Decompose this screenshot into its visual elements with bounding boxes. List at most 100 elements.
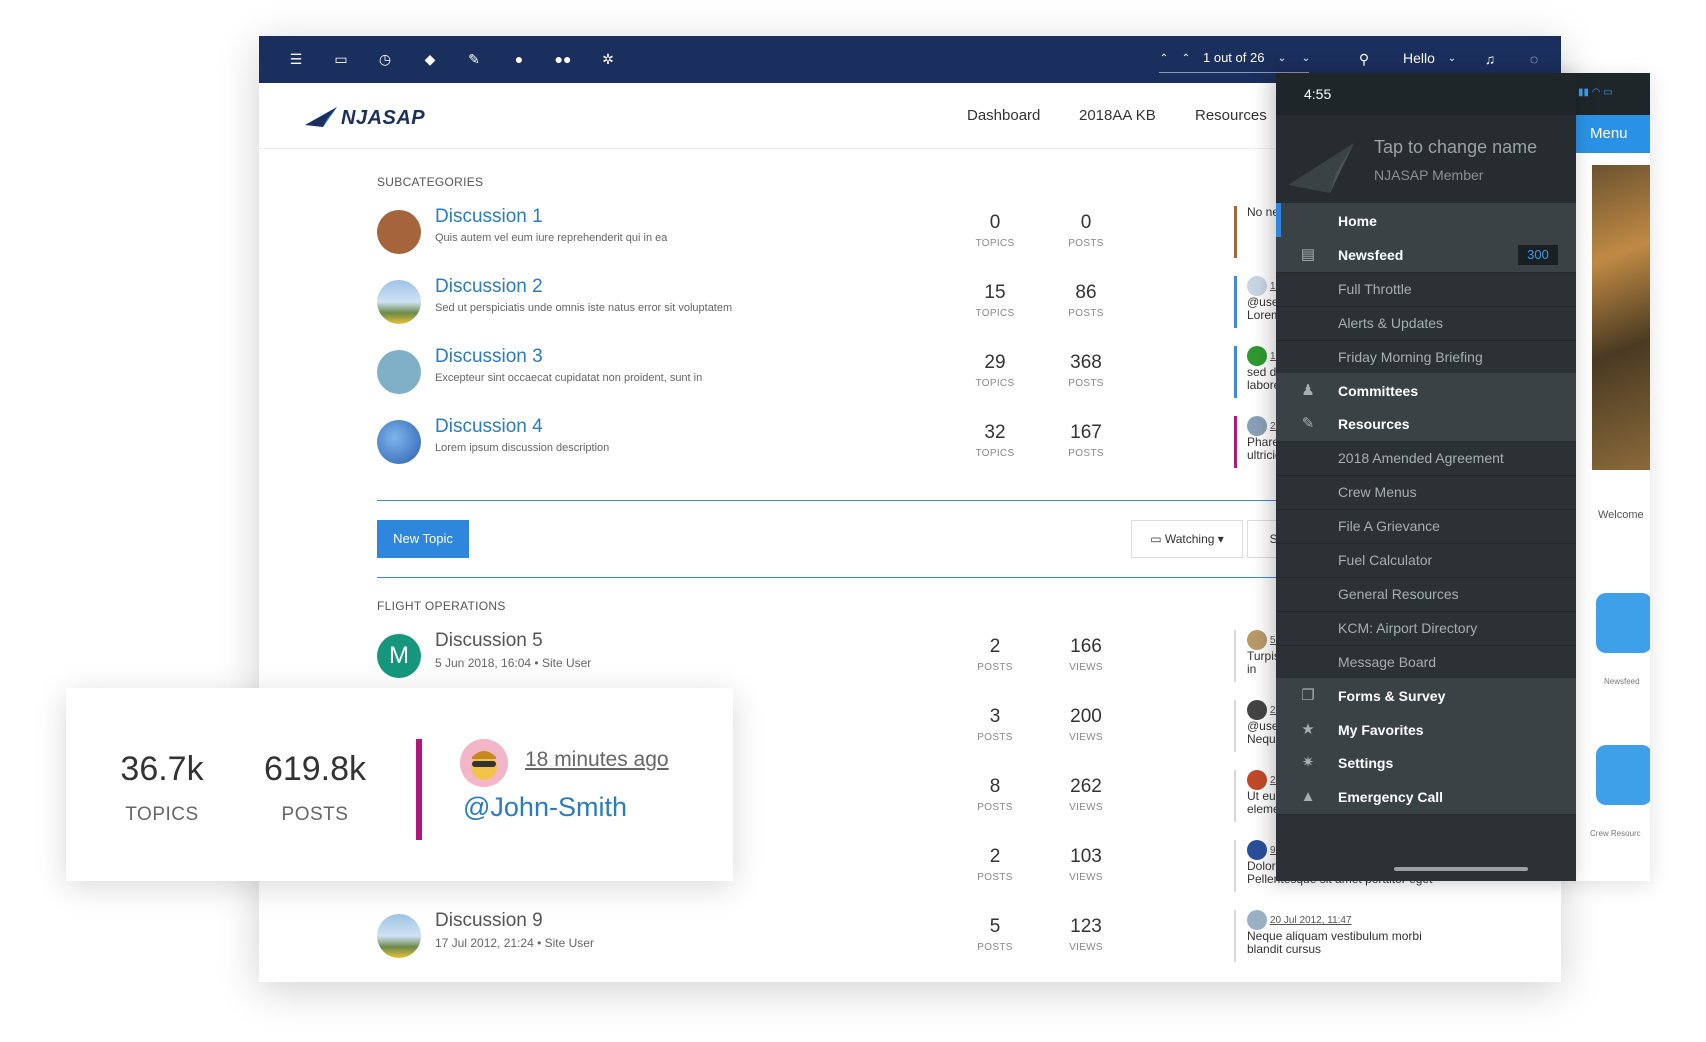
views-stat: 262 VIEWS [1046,776,1126,813]
newsfeed-tile-icon[interactable] [1596,593,1650,653]
row-title[interactable]: Discussion 4 [435,416,543,438]
clock-icon[interactable]: ◷ [374,48,396,70]
menu-item[interactable]: KCM: Airport Directory [1276,610,1576,646]
menu-item[interactable]: Friday Morning Briefing [1276,339,1576,375]
menu-item[interactable]: Crew Menus [1276,474,1576,511]
stat-number: 5 [989,916,1001,937]
views-stat: 200 VIEWS [1046,706,1126,743]
topics-stat: 0 TOPICS [955,212,1035,249]
topic-avatar [377,914,421,958]
user-avatar[interactable] [460,739,508,787]
menu-item[interactable]: ✷ Settings [1276,745,1576,782]
category-color-bar [416,739,422,840]
menu-item-label: Forms & Survey [1338,687,1446,704]
last-post-excerpt: blandit cursus [1247,942,1322,956]
topics-label: TOPICS [125,804,199,825]
njasap-logo[interactable]: NJASAP [305,105,435,131]
menu-item[interactable]: 2018 Amended Agreement [1276,440,1576,477]
tablet-menu-button[interactable]: Menu [1576,115,1650,153]
profile-name[interactable]: Tap to change name [1374,137,1537,158]
row-title[interactable]: Discussion 5 [435,630,543,652]
chevron-down-icon[interactable]: ⌄ [1441,48,1463,70]
menu-item-label: Crew Menus [1338,484,1417,501]
menu-item[interactable]: ▲ Emergency Call [1276,779,1576,816]
menu-item[interactable]: Alerts & Updates [1276,305,1576,341]
stat-number: 103 [1070,846,1102,867]
watching-label: Watching [1164,532,1215,546]
nav-resources[interactable]: Resources [1195,107,1267,124]
menu-item[interactable]: Home [1276,203,1576,239]
search-icon[interactable]: ⚲ [1353,48,1375,70]
nav-dashboard[interactable]: Dashboard [967,107,1040,124]
next-page-icon[interactable]: ⌄ [1271,48,1293,70]
active-indicator [1276,203,1281,238]
watching-button[interactable]: ▭ Watching ▾ [1131,520,1243,558]
stat-number: 86 [1075,282,1097,303]
user-avatar [1247,276,1267,296]
stat-number: 368 [1070,352,1102,373]
crew-resources-tile-icon[interactable] [1596,745,1650,805]
edit-icon: ✎ [1301,415,1315,433]
row-separator-bar [1234,840,1236,892]
topic-row[interactable]: Discussion 9 17 Jul 2012, 21:24 • Site U… [377,908,1477,968]
user-avatar [1247,770,1267,790]
pen-icon[interactable]: ✎ [463,48,485,70]
posts-stat: 2 POSTS [955,846,1035,883]
inbox-icon[interactable]: ▭ [330,48,352,70]
greeting-menu[interactable]: Hello [1403,50,1435,66]
stat-label: POSTS [1068,308,1104,319]
prev-page-icon[interactable]: ⌃ [1175,48,1197,70]
network-icon[interactable]: ✲ [597,48,619,70]
menu-item-label: Home [1338,213,1377,229]
menu-item[interactable]: File A Grievance [1276,508,1576,545]
views-stat: 166 VIEWS [1046,636,1126,673]
nav-2018aa-kb[interactable]: 2018AA KB [1079,107,1156,124]
menu-item[interactable]: Message Board [1276,644,1576,680]
user-avatar [1247,840,1267,860]
menu-item-label: File A Grievance [1338,518,1440,535]
caret-down-icon: ▾ [1214,532,1224,546]
phone-side-menu: 4:55 Tap to change name NJASAP Member Ho… [1276,73,1576,881]
posts-stat: 368 POSTS [1046,352,1126,389]
menu-item[interactable]: ★ My Favorites [1276,711,1576,748]
row-title[interactable]: Discussion 2 [435,276,543,298]
stat-number: 29 [984,352,1006,373]
row-title[interactable]: Discussion 9 [435,910,543,932]
menu-item[interactable]: Fuel Calculator [1276,542,1576,578]
menu-item[interactable]: ▤ Newsfeed 300 [1276,236,1576,273]
stat-number: 3 [989,706,1001,727]
chat-icon[interactable]: ◌ [1523,48,1545,70]
menu-item[interactable]: General Resources [1276,576,1576,612]
avatar-face-icon [460,739,508,787]
pager-text[interactable]: 1 out of 26 [1203,50,1264,65]
tags-icon[interactable]: ◆ [419,48,441,70]
last-post-user[interactable]: @John-Smith [463,792,627,823]
views-stat: 103 VIEWS [1046,846,1126,883]
user-icon[interactable]: ● [508,48,530,70]
menu-item[interactable]: ♟ Committees [1276,372,1576,409]
last-post-date[interactable]: 20 Jul 2012, 11:47 [1270,915,1352,926]
stat-label: POSTS [1068,378,1104,389]
stat-label: VIEWS [1069,662,1103,673]
profile-header[interactable]: Tap to change name NJASAP Member [1276,115,1576,203]
row-title[interactable]: Discussion 3 [435,346,543,368]
plane-logo-icon [305,107,337,127]
stat-number: 166 [1070,636,1102,657]
category-color-bar [1234,206,1237,258]
bell-icon[interactable]: ♫ [1479,48,1501,70]
posts-stat: 86 POSTS [1046,282,1126,319]
last-post-user[interactable]: Neque aliquam vestibulum morbi [1247,929,1422,943]
row-description: Excepteur sint occaecat cupidatat non pr… [435,372,703,384]
last-page-icon[interactable]: ⌄ [1295,48,1317,70]
last-post-time[interactable]: 18 minutes ago [525,748,669,772]
stat-number: 2 [989,846,1001,867]
menu-item[interactable]: ✎ Resources [1276,406,1576,443]
row-title[interactable]: Discussion 1 [435,206,543,228]
users-icon[interactable]: ●● [552,48,574,70]
menu-item[interactable]: Full Throttle [1276,271,1576,307]
tablet-welcome-text: Welcome [1598,509,1644,521]
new-topic-button[interactable]: New Topic [377,520,469,558]
first-page-icon[interactable]: ⌃ [1153,48,1175,70]
list-icon[interactable]: ☰ [285,48,307,70]
menu-item[interactable]: ❐ Forms & Survey [1276,677,1576,714]
